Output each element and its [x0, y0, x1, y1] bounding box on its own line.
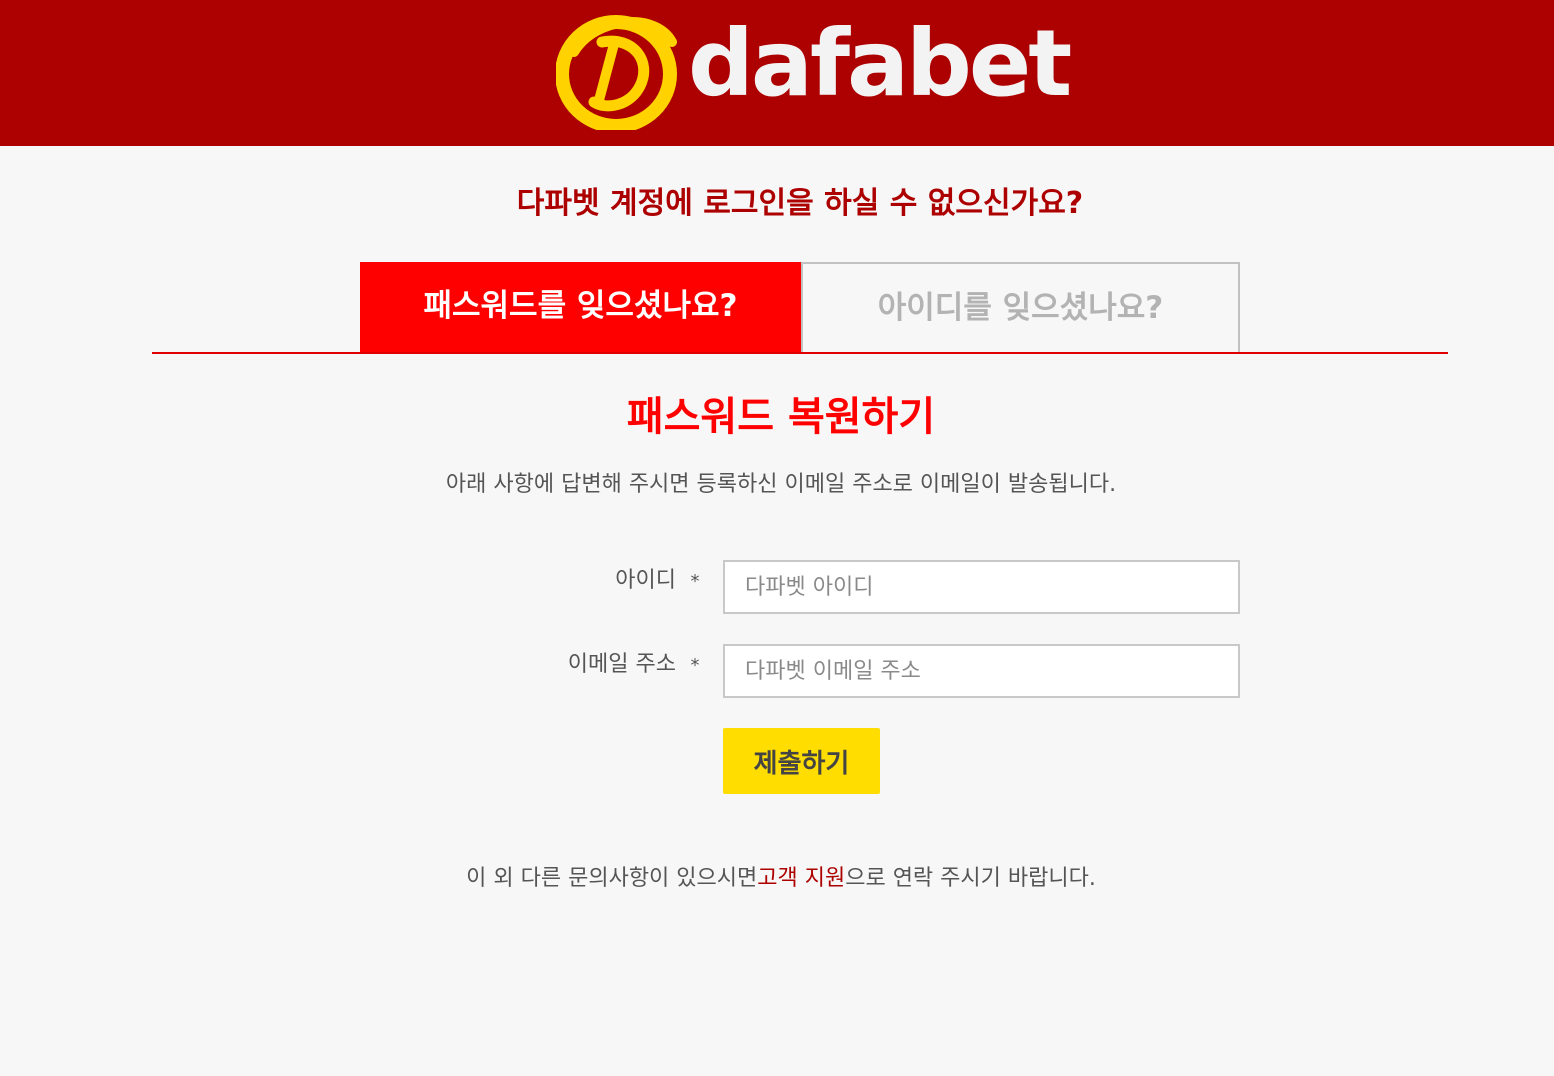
customer-support-link[interactable]: 고객 지원	[757, 866, 845, 891]
username-input[interactable]	[723, 560, 1240, 614]
section-description: 아래 사항에 답변해 주시면 등록하신 이메일 주소로 이메일이 발송됩니다.	[445, 472, 1117, 497]
required-mark: *	[690, 655, 700, 676]
email-label-text: 이메일 주소	[567, 652, 676, 677]
username-label: 아이디 *	[206, 566, 706, 597]
section-title: 패스워드 복원하기	[626, 394, 936, 440]
page-heading: 다파벳 계정에 로그인을 하실 수 없으신가요?	[516, 186, 1084, 221]
support-note-before: 이 외 다른 문의사항이 있으시면	[466, 866, 758, 891]
dafabet-logo[interactable]: dafabet	[556, 12, 1072, 130]
tab-divider	[152, 352, 1448, 354]
required-mark: *	[690, 571, 700, 592]
support-note: 이 외 다른 문의사항이 있으시면고객 지원으로 연락 주시기 바랍니다.	[0, 862, 1554, 896]
support-note-after: 으로 연락 주시기 바랍니다.	[845, 866, 1096, 891]
tab-forgot-password[interactable]: 패스워드를 잊으셨나요?	[360, 262, 801, 354]
dafabet-d-emblem-icon	[556, 15, 677, 130]
logo-wordmark: dafabet	[688, 10, 1072, 117]
tab-forgot-id[interactable]: 아이디를 잊으셨나요?	[801, 262, 1240, 354]
email-input[interactable]	[723, 644, 1240, 698]
email-label: 이메일 주소 *	[206, 650, 706, 681]
site-header: dafabet	[0, 0, 1554, 146]
submit-button[interactable]: 제출하기	[723, 728, 880, 794]
username-label-text: 아이디	[615, 568, 676, 593]
